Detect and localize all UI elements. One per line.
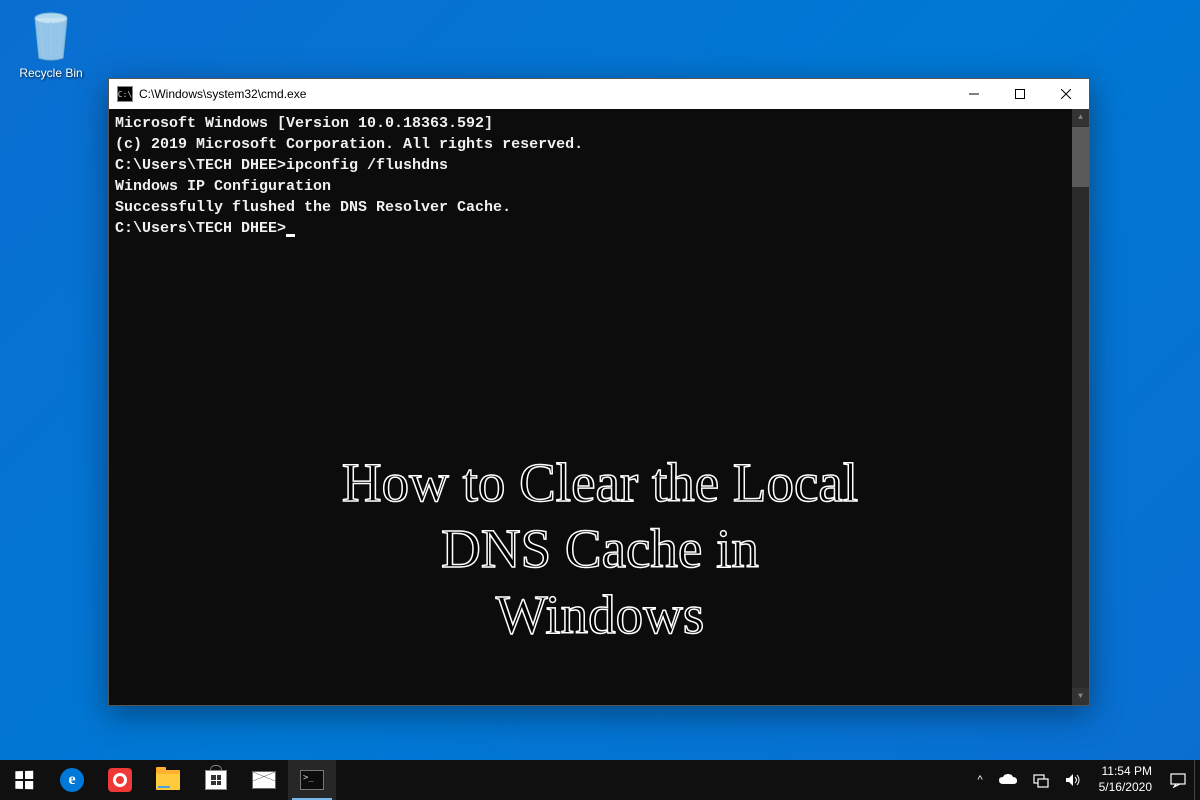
- taskbar-clock[interactable]: 11:54 PM 5/16/2020: [1089, 764, 1162, 795]
- cmd-prompt-line: C:\Users\TECH DHEE>: [115, 218, 1083, 239]
- taskbar-app-vivaldi[interactable]: [96, 760, 144, 800]
- tray-overflow-button[interactable]: ^: [969, 760, 990, 800]
- notification-icon: [1170, 772, 1186, 788]
- tray-volume[interactable]: [1057, 760, 1089, 800]
- vivaldi-icon: [108, 768, 132, 792]
- cmd-output-line: (c) 2019 Microsoft Corporation. All righ…: [115, 134, 1083, 155]
- taskbar-app-mail[interactable]: [240, 760, 288, 800]
- clock-date: 5/16/2020: [1099, 780, 1152, 796]
- cmd-window-icon: C:\: [117, 86, 133, 102]
- clock-time: 11:54 PM: [1102, 764, 1152, 780]
- cursor-icon: [286, 234, 295, 237]
- scrollbar-thumb[interactable]: [1072, 127, 1089, 187]
- chevron-up-icon: ^: [977, 774, 982, 786]
- taskbar-app-file-explorer[interactable]: [144, 760, 192, 800]
- recycle-bin-label: Recycle Bin: [15, 66, 87, 80]
- cmd-body[interactable]: Microsoft Windows [Version 10.0.18363.59…: [109, 109, 1089, 705]
- cmd-output-line: Successfully flushed the DNS Resolver Ca…: [115, 197, 1083, 218]
- taskbar-app-cmd[interactable]: >_: [288, 760, 336, 800]
- cmd-output-line: C:\Users\TECH DHEE>ipconfig /flushdns: [115, 155, 1083, 176]
- taskbar: e >_ ^ 11:54 PM 5/: [0, 760, 1200, 800]
- cmd-titlebar[interactable]: C:\ C:\Windows\system32\cmd.exe: [109, 79, 1089, 109]
- taskbar-spacer: [336, 760, 969, 800]
- windows-logo-icon: [15, 771, 33, 790]
- show-desktop-button[interactable]: [1194, 760, 1200, 800]
- speaker-icon: [1065, 772, 1081, 788]
- tray-notifications[interactable]: [1162, 760, 1194, 800]
- mail-icon: [252, 771, 276, 789]
- tray-network[interactable]: [1025, 760, 1057, 800]
- taskbar-app-store[interactable]: [192, 760, 240, 800]
- cmd-window[interactable]: C:\ C:\Windows\system32\cmd.exe Microsof…: [108, 78, 1090, 706]
- start-button[interactable]: [0, 760, 48, 800]
- recycle-bin[interactable]: Recycle Bin: [15, 10, 87, 80]
- scroll-down-icon[interactable]: ▼: [1072, 688, 1089, 705]
- tray-onedrive[interactable]: [991, 760, 1025, 800]
- cmd-title: C:\Windows\system32\cmd.exe: [139, 87, 951, 101]
- store-icon: [205, 770, 227, 790]
- taskbar-app-edge[interactable]: e: [48, 760, 96, 800]
- edge-icon: e: [60, 768, 84, 792]
- cmd-icon: >_: [300, 770, 324, 790]
- close-button[interactable]: [1043, 79, 1089, 109]
- network-icon: [1033, 772, 1049, 788]
- cloud-icon: [999, 774, 1017, 786]
- cmd-scrollbar[interactable]: ▲ ▼: [1072, 109, 1089, 705]
- minimize-button[interactable]: [951, 79, 997, 109]
- cmd-output-line: Windows IP Configuration: [115, 176, 1083, 197]
- scroll-up-icon[interactable]: ▲: [1072, 109, 1089, 126]
- folder-icon: [156, 770, 180, 790]
- recycle-bin-icon: [29, 10, 73, 62]
- cmd-output-line: Microsoft Windows [Version 10.0.18363.59…: [115, 113, 1083, 134]
- maximize-button[interactable]: [997, 79, 1043, 109]
